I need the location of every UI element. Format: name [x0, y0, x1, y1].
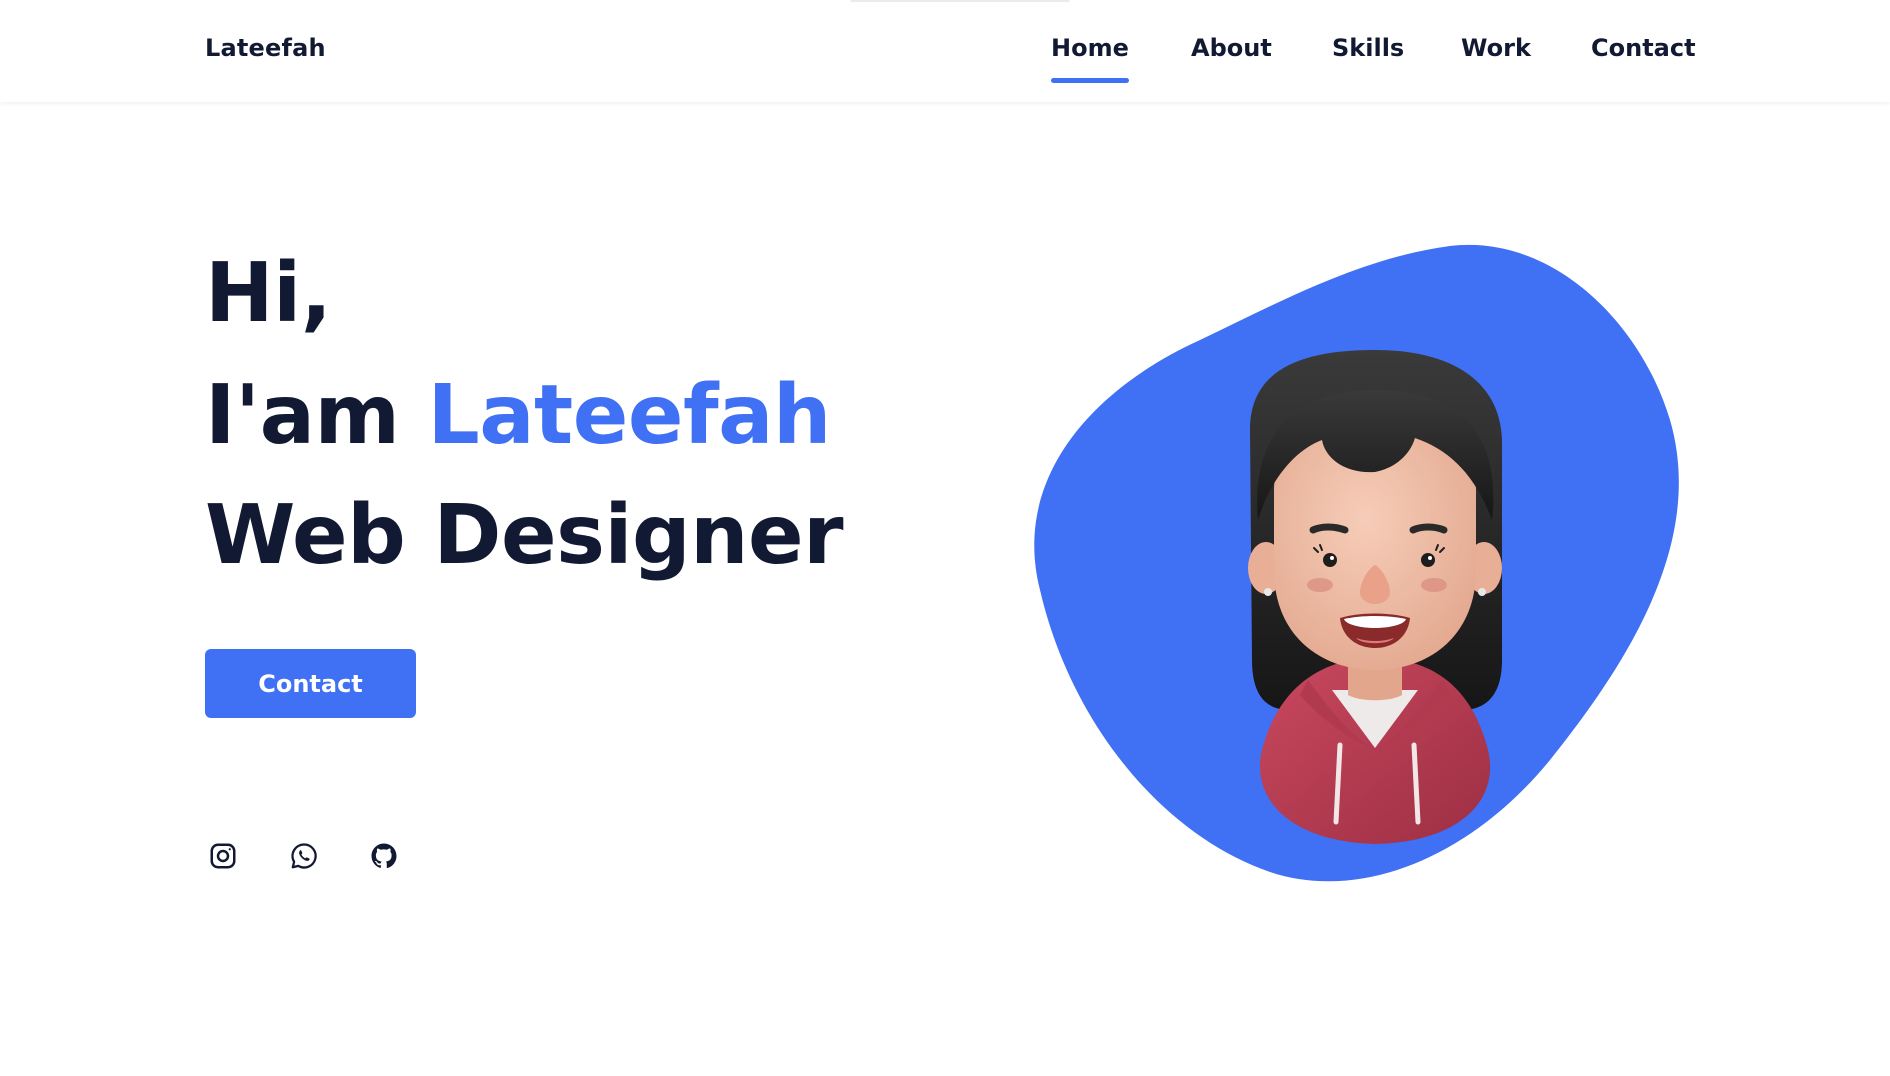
main-nav: Home About Skills Work Contact [0, 34, 1890, 84]
nav-home[interactable]: Home [1051, 34, 1129, 83]
hero-name: Lateefah [427, 368, 831, 463]
nav-work[interactable]: Work [1461, 34, 1531, 62]
site-header: Lateefah Home About Skills Work Contact [0, 0, 1890, 102]
nav-about[interactable]: About [1191, 34, 1272, 62]
hero-role: Web Designer [205, 488, 844, 583]
contact-button[interactable]: Contact [205, 649, 416, 718]
nav-contact[interactable]: Contact [1591, 34, 1696, 62]
top-scroll-indicator [850, 0, 1070, 2]
github-icon[interactable] [369, 841, 399, 871]
hero-illustration [1030, 240, 1695, 890]
hero-greeting: Hi, [205, 246, 332, 341]
instagram-icon[interactable] [208, 841, 238, 871]
nav-skills[interactable]: Skills [1332, 34, 1404, 62]
hero-intro-prefix: I'am [205, 368, 400, 463]
hero-intro: I'am Lateefah [205, 375, 831, 457]
whatsapp-icon[interactable] [289, 841, 319, 871]
